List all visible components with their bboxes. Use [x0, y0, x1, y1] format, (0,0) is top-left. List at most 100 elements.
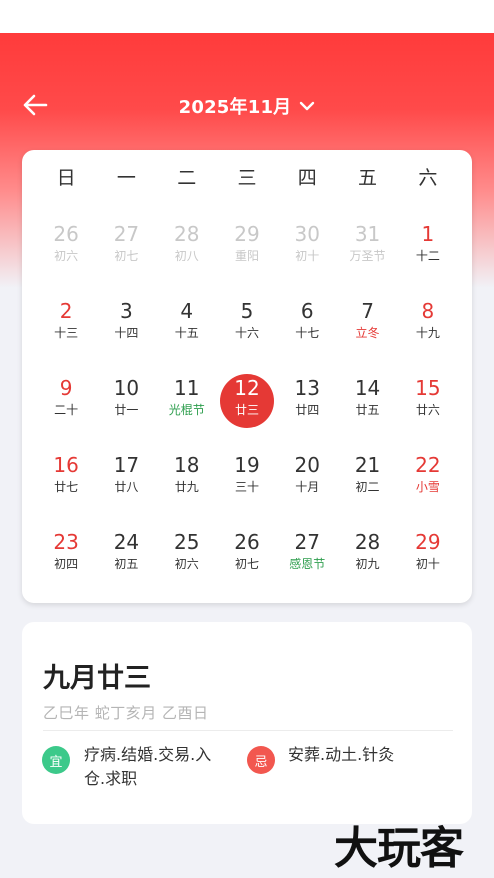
- day-number: 2: [59, 299, 73, 323]
- day-cell[interactable]: 27 初七: [96, 204, 156, 281]
- lunar-label: 廿四: [295, 403, 320, 417]
- day-cell-inner: 15 廿六: [401, 374, 455, 428]
- day-number: 19: [234, 453, 260, 477]
- day-number: 14: [354, 376, 381, 400]
- lunar-label: 初六: [54, 249, 79, 263]
- watermark-logo: 大玩客: [334, 823, 464, 874]
- day-number: 3: [120, 299, 133, 323]
- day-number: 22: [415, 453, 441, 477]
- day-cell[interactable]: 26 初六: [36, 204, 96, 281]
- day-cell[interactable]: 29 重阳: [217, 204, 277, 281]
- day-cell[interactable]: 15 廿六: [398, 358, 458, 435]
- weekday-tue: 二: [177, 167, 197, 189]
- day-number: 6: [300, 299, 314, 323]
- day-cell[interactable]: 10 廿一: [96, 358, 156, 435]
- day-cell[interactable]: 11 光棍节: [157, 358, 217, 435]
- day-cell[interactable]: 9 二十: [36, 358, 96, 435]
- day-cell-inner: 9 二十: [39, 374, 93, 428]
- status-bar: [0, 0, 494, 33]
- day-number: 21: [354, 453, 381, 477]
- day-cell-inner: 10 廿一: [99, 374, 153, 428]
- day-cell[interactable]: 24 初五: [96, 512, 156, 589]
- day-number: 25: [173, 530, 200, 554]
- day-cell[interactable]: 2 十三: [36, 281, 96, 358]
- day-cell[interactable]: 28 初八: [157, 204, 217, 281]
- day-cell-inner: 19 三十: [220, 451, 274, 505]
- day-cell-inner: 20 十月: [280, 451, 334, 505]
- day-cell[interactable]: 22 小雪: [398, 435, 458, 512]
- day-cell-inner: 27 初七: [99, 220, 153, 274]
- day-cell-inner: 23 初四: [39, 528, 93, 582]
- day-cell[interactable]: 23 初四: [36, 512, 96, 589]
- lunar-label: 初四: [54, 557, 79, 571]
- day-cell[interactable]: 29 初十: [398, 512, 458, 589]
- calendar-card: 日 一 二 三 四 五 六 26 初六 27 初七 28 初八 29 重阳 30 初十 31 万圣节 1…: [22, 150, 472, 603]
- day-cell-inner: 6 十七: [280, 297, 334, 351]
- lunar-label: 初六: [174, 557, 199, 571]
- day-number: 16: [53, 453, 79, 477]
- day-cell-inner: 13 廿四: [280, 374, 334, 428]
- weekday-thu: 四: [297, 167, 317, 189]
- day-detail-card: 九月廿三 乙巳年 蛇丁亥月 乙酉日 宜 疗病.结婚.交易.入仓.求职 忌 安葬.…: [22, 622, 472, 824]
- lunar-label: 廿五: [355, 403, 380, 417]
- yi-badge: 宜: [42, 746, 70, 774]
- weekday-mon: 一: [116, 167, 136, 189]
- month-picker[interactable]: 2025年11月: [179, 93, 316, 119]
- day-cell-inner: 26 初七: [220, 528, 274, 582]
- back-button[interactable]: [20, 92, 50, 122]
- lunar-date: 九月廿三: [43, 663, 151, 694]
- lunar-label: 初十: [295, 249, 320, 263]
- day-cell[interactable]: 27 感恩节: [277, 512, 337, 589]
- day-cell[interactable]: 28 初九: [337, 512, 397, 589]
- day-cell[interactable]: 20 十月: [277, 435, 337, 512]
- day-number: 31: [354, 222, 381, 246]
- day-cell[interactable]: 16 廿七: [36, 435, 96, 512]
- day-cell-inner: 30 初十: [280, 220, 334, 274]
- lunar-label: 廿七: [54, 480, 79, 494]
- weekday-sat: 六: [418, 167, 438, 189]
- day-cell-inner: 22 小雪: [401, 451, 455, 505]
- day-cell-inner: 2 十三: [39, 297, 93, 351]
- day-cell[interactable]: 26 初七: [217, 512, 277, 589]
- day-cell[interactable]: 17 廿八: [96, 435, 156, 512]
- day-cell-inner: 3 十四: [99, 297, 153, 351]
- day-cell-inner: 14 廿五: [341, 374, 395, 428]
- lunar-label: 初二: [355, 480, 380, 494]
- lunar-label: 万圣节: [349, 249, 386, 263]
- day-number: 29: [234, 222, 260, 246]
- day-cell-inner: 7 立冬: [341, 297, 395, 351]
- day-cell[interactable]: 31 万圣节: [337, 204, 397, 281]
- lunar-label: 二十: [54, 403, 79, 417]
- day-cell-selected[interactable]: 12 廿三: [217, 358, 277, 435]
- day-cell[interactable]: 7 立冬: [337, 281, 397, 358]
- day-cell[interactable]: 1 十二: [398, 204, 458, 281]
- day-number: 28: [173, 222, 200, 246]
- day-number: 23: [53, 530, 79, 554]
- lunar-label: 三十: [234, 480, 259, 494]
- ji-activities: 安葬.动土.针灸: [288, 745, 395, 764]
- day-cell[interactable]: 30 初十: [277, 204, 337, 281]
- lunar-label: 廿三: [234, 403, 259, 417]
- day-cell[interactable]: 19 三十: [217, 435, 277, 512]
- day-cell[interactable]: 25 初六: [157, 512, 217, 589]
- lunar-label: 十六: [234, 326, 259, 340]
- day-cell[interactable]: 6 十七: [277, 281, 337, 358]
- day-number: 30: [294, 222, 320, 246]
- day-cell[interactable]: 8 十九: [398, 281, 458, 358]
- day-cell[interactable]: 3 十四: [96, 281, 156, 358]
- day-number: 18: [173, 453, 200, 477]
- day-cell[interactable]: 5 十六: [217, 281, 277, 358]
- lunar-label: 十九: [415, 326, 440, 340]
- day-number: 27: [113, 222, 140, 246]
- lunar-label: 廿一: [114, 403, 139, 417]
- day-cell[interactable]: 21 初二: [337, 435, 397, 512]
- day-cell[interactable]: 4 十五: [157, 281, 217, 358]
- day-cell[interactable]: 18 廿九: [157, 435, 217, 512]
- lunar-label: 重阳: [234, 249, 259, 263]
- day-cell[interactable]: 14 廿五: [337, 358, 397, 435]
- day-cell-inner: 8 十九: [401, 297, 455, 351]
- day-cell-inner: 21 初二: [341, 451, 395, 505]
- day-cell-inner: 5 十六: [220, 297, 274, 351]
- day-cell-inner: 28 初八: [160, 220, 214, 274]
- day-cell[interactable]: 13 廿四: [277, 358, 337, 435]
